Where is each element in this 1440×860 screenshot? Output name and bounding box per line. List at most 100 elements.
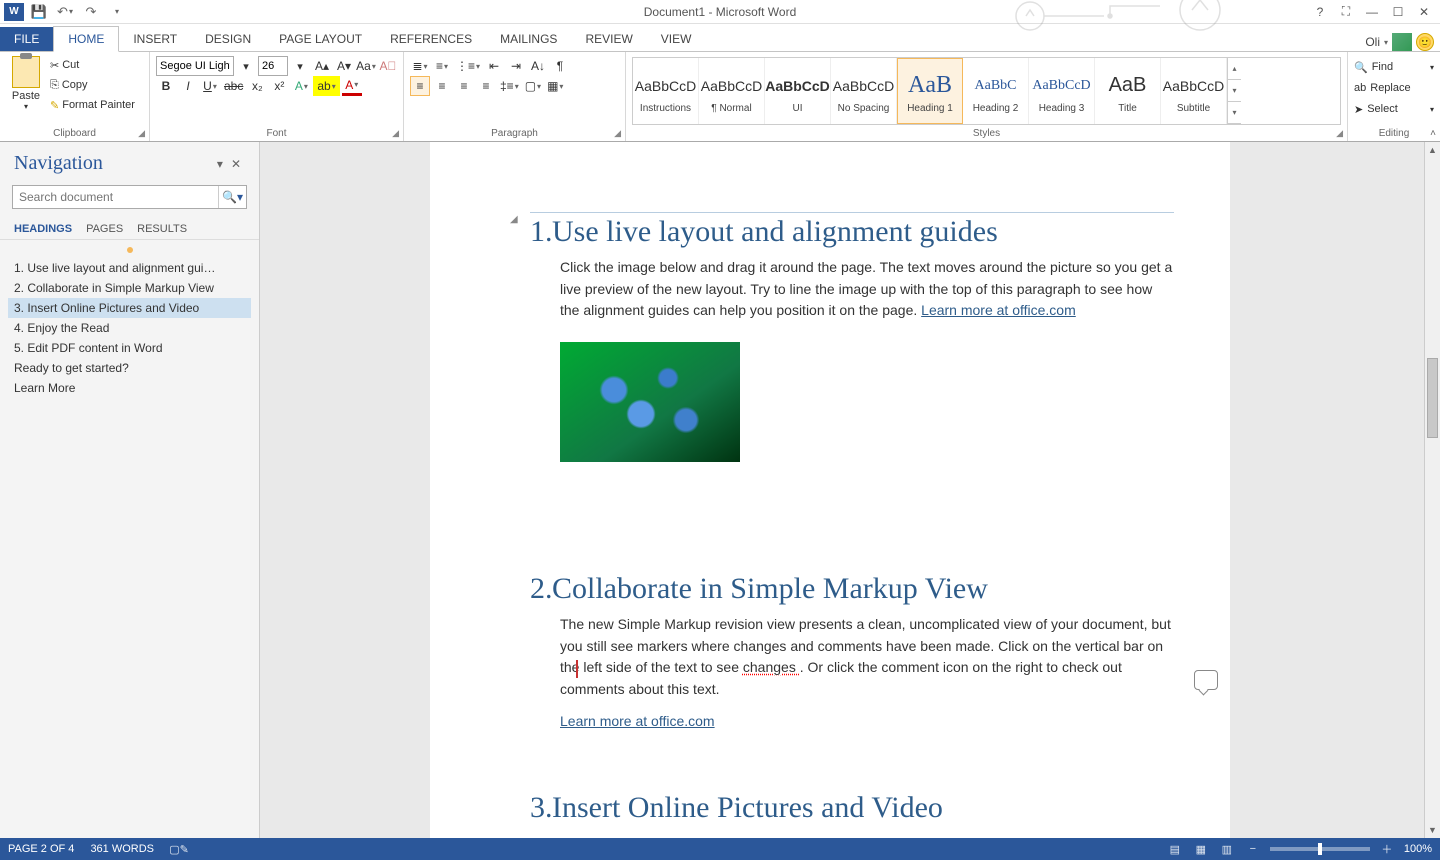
- justify-icon[interactable]: ≡: [476, 76, 496, 96]
- heading-collapse-icon[interactable]: ◢: [510, 214, 518, 225]
- cut-button[interactable]: ✂Cut: [50, 56, 135, 74]
- font-color-icon[interactable]: A: [342, 76, 362, 96]
- replace-button[interactable]: abReplace: [1354, 79, 1434, 97]
- word-count[interactable]: 361 WORDS: [90, 843, 154, 855]
- nav-heading-item[interactable]: 1. Use live layout and alignment gui…: [8, 258, 251, 278]
- nav-close-icon[interactable]: ✕: [227, 157, 245, 171]
- learn-more-link[interactable]: Learn more at office.com: [921, 302, 1076, 318]
- maximize-icon[interactable]: ☐: [1386, 2, 1410, 22]
- tab-mailings[interactable]: MAILINGS: [486, 27, 571, 51]
- styles-gallery[interactable]: AaBbCcDInstructionsAaBbCcD¶ NormalAaBbCc…: [632, 57, 1341, 125]
- tab-review[interactable]: REVIEW: [571, 27, 646, 51]
- style-title[interactable]: AaBTitle: [1095, 58, 1161, 124]
- styles-launcher-icon[interactable]: ◢: [1336, 128, 1343, 139]
- collapse-ribbon-icon[interactable]: ˄: [1430, 128, 1436, 139]
- nav-tab-headings[interactable]: HEADINGS: [14, 223, 72, 235]
- learn-more-link[interactable]: Learn more at office.com: [560, 713, 715, 729]
- comment-icon[interactable]: [1194, 670, 1218, 690]
- style-heading-3[interactable]: AaBbCcDHeading 3: [1029, 58, 1095, 124]
- nav-heading-item[interactable]: Ready to get started?: [8, 358, 251, 378]
- qat-customize-icon[interactable]: ▾: [106, 2, 128, 22]
- nav-heading-item[interactable]: 3. Insert Online Pictures and Video: [8, 298, 251, 318]
- close-icon[interactable]: ✕: [1412, 2, 1436, 22]
- nav-heading-item[interactable]: 2. Collaborate in Simple Markup View: [8, 278, 251, 298]
- avatar[interactable]: [1392, 33, 1412, 51]
- vertical-scrollbar[interactable]: ▲ ▼: [1424, 142, 1440, 838]
- nav-options-icon[interactable]: ▾: [213, 157, 227, 171]
- align-right-icon[interactable]: ≡: [454, 76, 474, 96]
- nav-search-input[interactable]: [13, 186, 218, 208]
- clear-formatting-icon[interactable]: A⃠: [378, 56, 398, 76]
- numbering-icon[interactable]: ≡: [432, 56, 452, 76]
- scroll-down-icon[interactable]: ▼: [1425, 822, 1440, 838]
- document-page[interactable]: ◢ 1.Use live layout and alignment guides…: [430, 142, 1230, 838]
- bullets-icon[interactable]: ≣: [410, 56, 430, 76]
- italic-icon[interactable]: I: [178, 76, 198, 96]
- show-marks-icon[interactable]: ¶: [550, 56, 570, 76]
- feedback-icon[interactable]: 🙂: [1416, 33, 1434, 51]
- format-painter-button[interactable]: ✎Format Painter: [50, 96, 135, 114]
- zoom-slider[interactable]: [1270, 847, 1370, 851]
- font-size-input[interactable]: [258, 56, 288, 76]
- clipboard-launcher-icon[interactable]: ◢: [138, 128, 145, 139]
- change-case-icon[interactable]: Aa: [356, 56, 376, 76]
- text-effects-icon[interactable]: A: [291, 76, 311, 96]
- tab-insert[interactable]: INSERT: [119, 27, 191, 51]
- nav-heading-item[interactable]: 4. Enjoy the Read: [8, 318, 251, 338]
- gallery-scroll-icon[interactable]: ▾: [1228, 80, 1241, 102]
- select-button[interactable]: ➤Select▾: [1354, 100, 1434, 118]
- font-name-input[interactable]: [156, 56, 234, 76]
- line-spacing-icon[interactable]: ‡≡: [498, 76, 521, 96]
- tab-view[interactable]: VIEW: [647, 27, 706, 51]
- save-icon[interactable]: 💾: [28, 2, 50, 22]
- zoom-level[interactable]: 100%: [1404, 843, 1432, 855]
- zoom-in-icon[interactable]: ＋: [1378, 841, 1396, 857]
- nav-tab-pages[interactable]: PAGES: [86, 223, 123, 235]
- tab-home[interactable]: HOME: [53, 26, 119, 52]
- gallery-more-icon[interactable]: ▾: [1228, 102, 1241, 124]
- style-ui[interactable]: AaBbCcDUI: [765, 58, 831, 124]
- multilevel-list-icon[interactable]: ⋮≡: [454, 56, 482, 76]
- shading-icon[interactable]: ▢: [523, 76, 543, 96]
- find-button[interactable]: 🔍Find▾: [1354, 58, 1434, 76]
- style-heading-1[interactable]: AaBHeading 1: [897, 58, 963, 124]
- read-mode-icon[interactable]: ▤: [1166, 841, 1184, 857]
- zoom-out-icon[interactable]: −: [1244, 841, 1262, 857]
- nav-search-icon[interactable]: 🔍▾: [218, 186, 246, 208]
- tab-design[interactable]: DESIGN: [191, 27, 265, 51]
- minimize-icon[interactable]: —: [1360, 2, 1384, 22]
- copy-button[interactable]: ⎘Copy: [50, 76, 135, 94]
- font-name-dropdown-icon[interactable]: ▾: [236, 56, 256, 76]
- align-left-icon[interactable]: ≡: [410, 76, 430, 96]
- grow-font-icon[interactable]: A▴: [312, 56, 332, 76]
- gallery-scroll-icon[interactable]: ▴: [1228, 58, 1241, 80]
- help-icon[interactable]: ?: [1308, 2, 1332, 22]
- font-size-dropdown-icon[interactable]: ▾: [290, 56, 310, 76]
- bold-icon[interactable]: B: [156, 76, 176, 96]
- proofing-icon[interactable]: ▢✎: [170, 841, 188, 857]
- style-subtitle[interactable]: AaBbCcDSubtitle: [1161, 58, 1227, 124]
- style-instructions[interactable]: AaBbCcDInstructions: [633, 58, 699, 124]
- increase-indent-icon[interactable]: ⇥: [506, 56, 526, 76]
- web-layout-icon[interactable]: ▥: [1218, 841, 1236, 857]
- nav-tab-results[interactable]: RESULTS: [137, 223, 187, 235]
- undo-icon[interactable]: ↶: [54, 2, 76, 22]
- style-no-spacing[interactable]: AaBbCcDNo Spacing: [831, 58, 897, 124]
- tab-page-layout[interactable]: PAGE LAYOUT: [265, 27, 376, 51]
- underline-icon[interactable]: U: [200, 76, 220, 96]
- tab-references[interactable]: REFERENCES: [376, 27, 486, 51]
- decrease-indent-icon[interactable]: ⇤: [484, 56, 504, 76]
- print-layout-icon[interactable]: ▦: [1192, 841, 1210, 857]
- paste-button[interactable]: Paste▾: [6, 56, 46, 114]
- page-indicator[interactable]: PAGE 2 OF 4: [8, 843, 74, 855]
- nav-heading-item[interactable]: Learn More: [8, 378, 251, 398]
- tab-file[interactable]: FILE: [0, 27, 53, 51]
- document-image[interactable]: [560, 342, 740, 462]
- borders-icon[interactable]: ▦: [545, 76, 565, 96]
- nav-heading-item[interactable]: 5. Edit PDF content in Word: [8, 338, 251, 358]
- style-heading-2[interactable]: AaBbCHeading 2: [963, 58, 1029, 124]
- paragraph-launcher-icon[interactable]: ◢: [614, 128, 621, 139]
- strikethrough-icon[interactable]: abc: [222, 76, 245, 96]
- superscript-icon[interactable]: x²: [269, 76, 289, 96]
- user-name[interactable]: Oli: [1365, 35, 1380, 49]
